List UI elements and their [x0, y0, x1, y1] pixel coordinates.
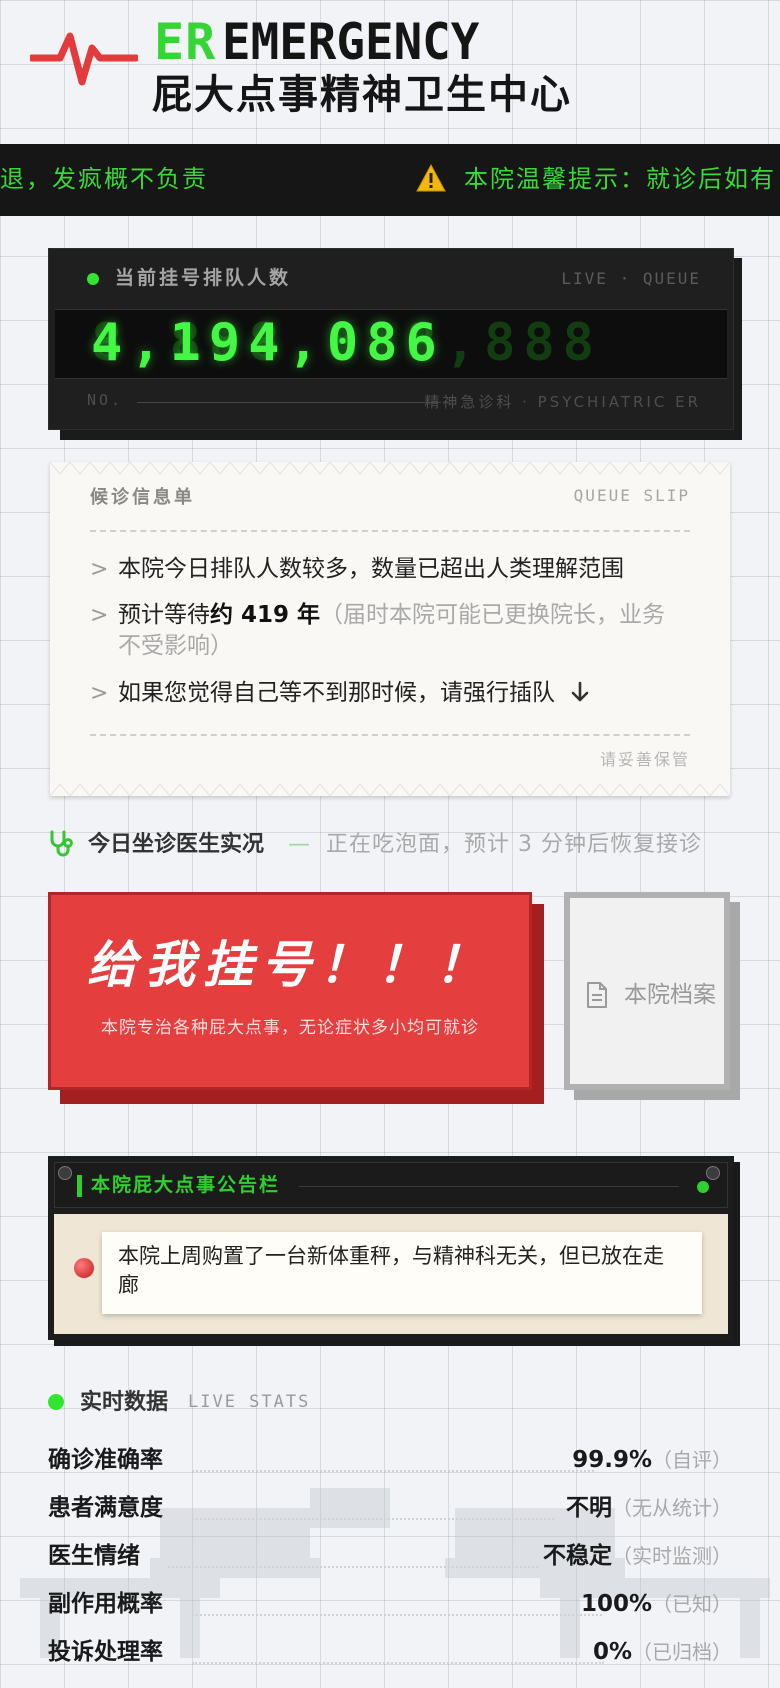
queue-counter-panel: 当前挂号排队人数 LIVE · QUEUE 8,888,888,888 4,19…	[48, 248, 734, 430]
slip-torn-edge-bottom	[50, 783, 730, 796]
chevron-right-icon: >	[90, 557, 109, 582]
stat-value: 100%	[580, 1591, 652, 1617]
board-status-led	[697, 1181, 709, 1193]
stat-leader	[192, 1518, 554, 1520]
heartbeat-icon	[30, 32, 138, 86]
register-button[interactable]: 给我挂号！！！ 本院专治各种屁大点事，无论症状多小均可就诊	[48, 892, 532, 1090]
marquee-text-right: 本院温馨提示：就诊后如有	[464, 165, 776, 193]
notice-board-header: 本院屁大点事公告栏	[54, 1162, 728, 1208]
counter-divider	[137, 402, 441, 403]
stat-row: 患者满意度 不明（无从统计）	[48, 1488, 732, 1528]
slip-line-3-text: 如果您觉得自己等不到那时候，请强行插队	[118, 680, 555, 706]
logo-emergency: EMERGENCY	[222, 13, 480, 71]
stat-label: 投诉处理率	[48, 1639, 163, 1665]
stat-leader	[192, 1614, 602, 1616]
slip-keep-note: 请妥善保管	[599, 750, 690, 769]
stat-value: 0%	[592, 1639, 632, 1665]
stat-label: 患者满意度	[48, 1495, 163, 1521]
stat-label: 确诊准确率	[48, 1447, 163, 1473]
notice-board: 本院屁大点事公告栏 本院上周购置了一台新体重秤，与精神科无关，但已放在走廊	[48, 1156, 734, 1340]
counter-footer: 精神急诊科 · PSYCHIATRIC ER	[424, 393, 701, 411]
slip-line-1-text: 本院今日排队人数较多，数量已超出人类理解范围	[118, 556, 624, 582]
stat-row: 医生情绪 不稳定（实时监测）	[48, 1536, 732, 1576]
counter-live-label: LIVE · QUEUE	[561, 269, 701, 288]
counter-title: 当前挂号排队人数	[115, 267, 292, 289]
hospital-name: 屁大点事精神卫生中心	[152, 72, 572, 118]
stat-row: 确诊准确率 99.9%（自评）	[48, 1440, 732, 1480]
chevron-right-icon: >	[90, 681, 109, 706]
wait-time: 约 419 年	[210, 602, 321, 628]
queue-count-value: 4,194,086	[91, 313, 445, 373]
stat-note: （已归档）	[632, 1640, 732, 1664]
stat-label: 副作用概率	[48, 1591, 163, 1617]
warning-icon	[416, 164, 446, 192]
stat-note: （实时监测）	[612, 1544, 732, 1568]
stat-note: （已知）	[652, 1592, 732, 1616]
notice-marquee: 退，发疯概不负责 本院温馨提示：就诊后如有	[0, 144, 780, 216]
stat-leader	[192, 1470, 594, 1472]
archive-button[interactable]: 本院档案	[564, 892, 730, 1090]
board-header-divider	[299, 1186, 679, 1187]
app-header: ER EMERGENCY 屁大点事精神卫生中心	[0, 0, 780, 140]
slip-divider-top	[90, 530, 690, 532]
notice-board-cork: 本院上周购置了一台新体重秤，与精神科无关，但已放在走廊	[54, 1214, 728, 1334]
stat-row: 投诉处理率 0%（已归档）	[48, 1632, 732, 1672]
stat-value: 不明	[566, 1495, 612, 1521]
notice-text: 本院上周购置了一台新体重秤，与精神科无关，但已放在走廊	[118, 1244, 664, 1297]
archive-button-label: 本院档案	[624, 982, 716, 1008]
counter-display: 8,888,888,888 4,194,086	[55, 309, 727, 379]
slip-torn-edge-top	[50, 462, 730, 475]
counter-no-label: NO.	[87, 391, 124, 409]
live-indicator-dot	[87, 273, 99, 285]
stat-row: 副作用概率 100%（已知）	[48, 1584, 732, 1624]
doctor-status-text: 正在吃泡面，预计 3 分钟后恢复接诊	[326, 832, 702, 857]
stat-value: 99.9%	[572, 1447, 652, 1473]
stethoscope-icon	[50, 830, 73, 857]
live-indicator-dot	[48, 1394, 64, 1410]
notice-board-title: 本院屁大点事公告栏	[91, 1174, 281, 1196]
logo-er: ER	[154, 13, 217, 71]
stats-title-en: LIVE STATS	[188, 1392, 311, 1412]
stat-value: 不稳定	[543, 1543, 612, 1569]
marquee-text-left: 退，发疯概不负责	[0, 165, 208, 193]
stat-leader	[192, 1662, 604, 1664]
arrow-down-icon	[572, 681, 589, 702]
stat-note: （无从统计）	[612, 1496, 732, 1520]
stats-title: 实时数据	[80, 1390, 169, 1415]
stat-note: （自评）	[652, 1448, 732, 1472]
slip-title: 候诊信息单	[90, 487, 195, 508]
screw-icon	[706, 1166, 720, 1180]
stat-label: 医生情绪	[48, 1543, 140, 1569]
doctor-status-title: 今日坐诊医生实况	[88, 832, 265, 857]
doctor-status: 今日坐诊医生实况 — 正在吃泡面，预计 3 分钟后恢复接诊	[48, 826, 748, 862]
slip-title-en: QUEUE SLIP	[573, 486, 690, 505]
notice-note: 本院上周购置了一台新体重秤，与精神科无关，但已放在走廊	[102, 1232, 702, 1314]
register-button-title: 给我挂号！！！	[87, 936, 493, 994]
board-title-bar	[77, 1175, 82, 1197]
pushpin-icon	[74, 1258, 94, 1278]
register-button-subtitle: 本院专治各种屁大点事，无论症状多小均可就诊	[101, 1018, 479, 1038]
stat-leader	[168, 1566, 538, 1568]
slip-divider-bottom	[90, 734, 690, 736]
slip-line-2-prefix: 预计等待	[118, 602, 210, 628]
queue-slip: 候诊信息单 QUEUE SLIP > 本院今日排队人数较多，数量已超出人类理解范…	[50, 462, 730, 796]
doctor-status-dash: —	[288, 832, 310, 857]
screw-icon	[58, 1166, 72, 1180]
chevron-right-icon: >	[90, 603, 109, 628]
document-icon	[587, 982, 607, 1008]
